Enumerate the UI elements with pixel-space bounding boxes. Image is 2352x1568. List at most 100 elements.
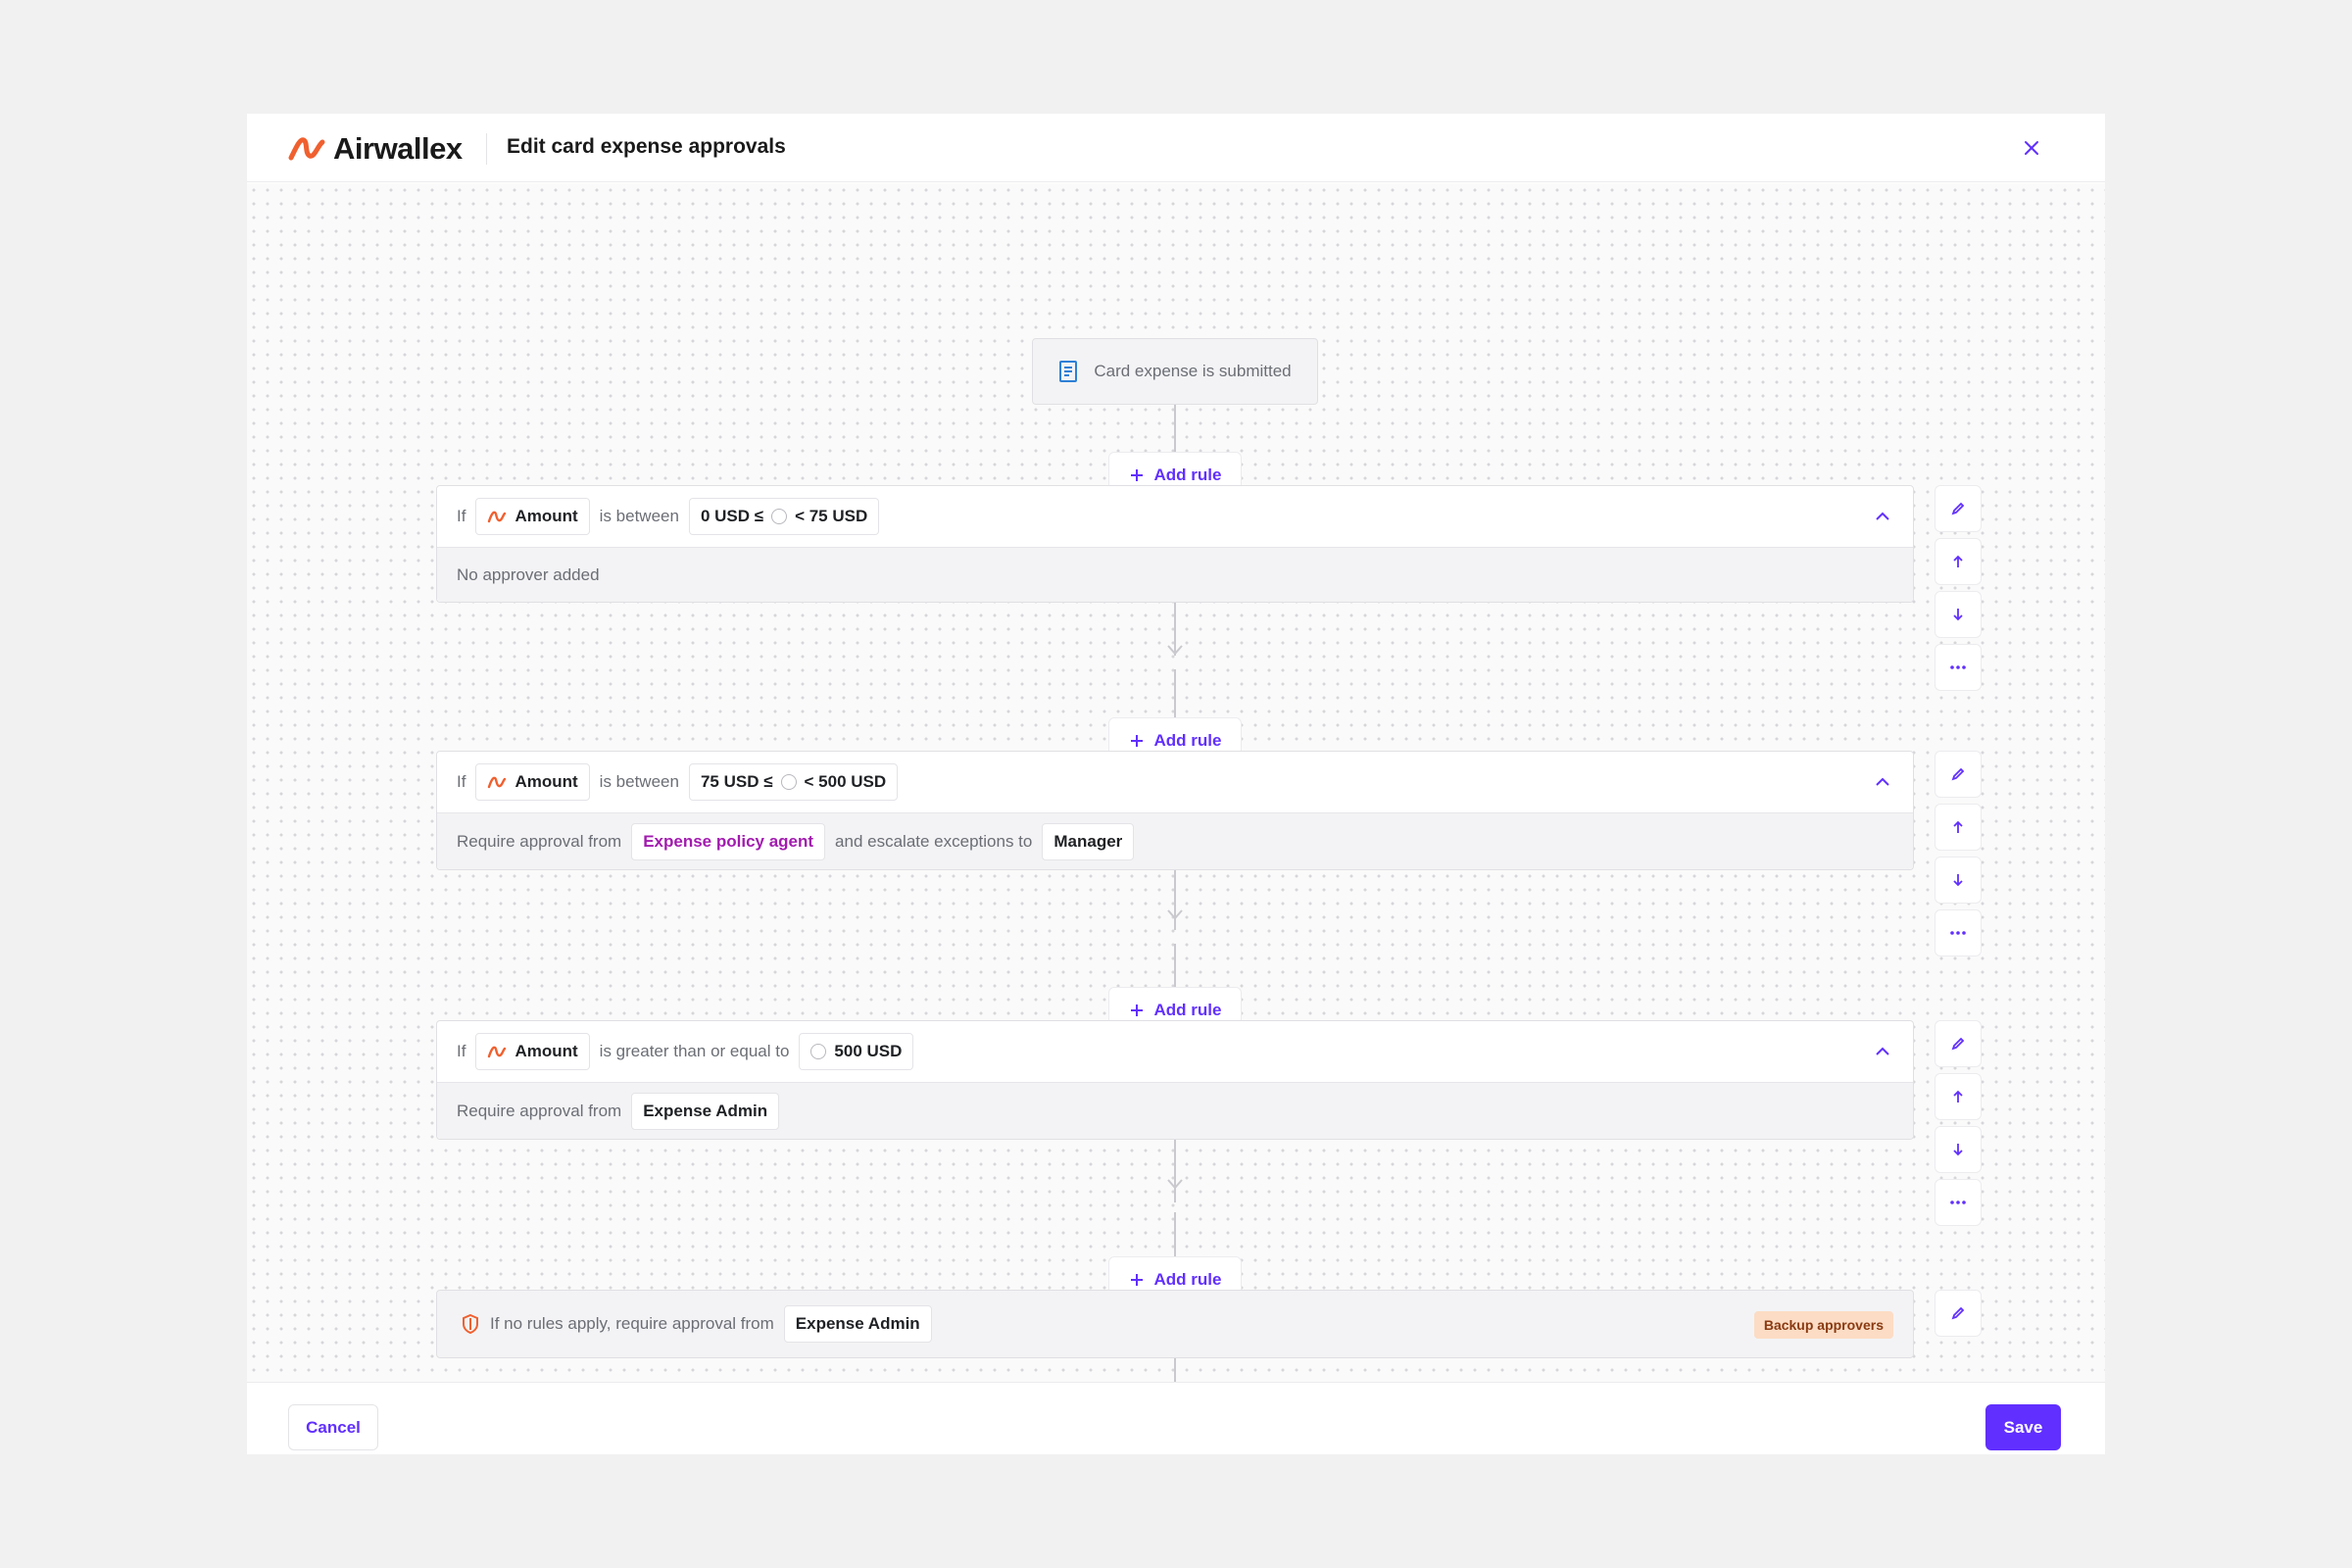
rule-condition: If Amount is between 0 USD ≤ < 75 USD [437,486,1913,547]
fallback-text: If no rules apply, require approval from [490,1314,774,1333]
field-label: Amount [514,1042,578,1060]
rule-result: Require approval from Expense Admin [437,1082,1913,1139]
save-button[interactable]: Save [1985,1404,2061,1450]
range-low: 75 USD ≤ [700,772,773,791]
move-down-button[interactable] [1935,1126,1982,1173]
range-high: < 500 USD [804,772,887,791]
close-icon [2025,141,2038,155]
field-label: Amount [514,507,578,525]
range-high: < 75 USD [795,507,868,525]
rule-card[interactable]: If Amount is between 0 USD ≤ < 75 USD No… [436,485,1914,603]
value-chip[interactable]: 500 USD [799,1033,914,1070]
add-rule-label: Add rule [1153,1270,1222,1289]
field-label: Amount [514,772,578,791]
rule-actions [1935,751,1982,962]
currency-icon [810,1044,827,1059]
more-options-button[interactable] [1935,909,1982,956]
operator-label: is greater than or equal to [599,1042,790,1060]
operator-label: is between [599,507,679,525]
airwallex-logo-icon [288,137,325,161]
arrow-up-icon [1953,1090,1963,1102]
rule-actions [1935,1020,1982,1232]
rule-condition: If Amount is between 75 USD ≤ < 500 USD [437,752,1913,812]
trigger-label: Card expense is submitted [1094,362,1292,380]
fallback-approver-chip[interactable]: Expense Admin [783,1305,932,1343]
fallback-actions [1935,1290,1982,1343]
if-label: If [457,507,466,525]
edit-rule-button[interactable] [1935,751,1982,798]
chevron-up-icon[interactable] [1874,773,1891,791]
edit-approvals-modal: Airwallex Edit card expense approvals Ca… [247,114,2105,1454]
more-horizontal-icon [1950,1200,1966,1204]
pencil-icon [1951,502,1965,515]
airwallex-amount-icon [488,511,507,523]
move-down-button[interactable] [1935,857,1982,904]
arrow-down-icon [1167,645,1183,656]
rule-card[interactable]: If Amount is between 75 USD ≤ < 500 USD … [436,751,1914,870]
rule-result: No approver added [437,547,1913,602]
value-label: 500 USD [834,1042,903,1060]
plus-icon [1130,469,1143,481]
edit-rule-button[interactable] [1935,485,1982,532]
result-prefix: Require approval from [457,1101,622,1120]
result-prefix: Require approval from [457,831,622,851]
if-label: If [457,1042,466,1060]
close-button[interactable] [2019,135,2044,161]
move-up-button[interactable] [1935,538,1982,585]
brand-name: Airwallex [333,131,463,166]
trigger-node: Card expense is submitted [1032,338,1318,405]
more-options-button[interactable] [1935,1179,1982,1226]
approver-chip[interactable]: Expense Admin [631,1092,780,1130]
add-rule-label: Add rule [1153,466,1222,484]
arrow-up-icon [1953,555,1963,567]
range-low: 0 USD ≤ [700,507,764,525]
more-horizontal-icon [1950,665,1966,669]
edit-rule-button[interactable] [1935,1020,1982,1067]
result-text: No approver added [457,564,600,584]
cancel-button[interactable]: Cancel [288,1404,378,1450]
operator-label: is between [599,772,679,791]
field-chip[interactable]: Amount [475,498,590,535]
pencil-icon [1951,767,1965,781]
move-up-button[interactable] [1935,1073,1982,1120]
range-chip[interactable]: 0 USD ≤ < 75 USD [688,498,880,535]
arrow-down-icon [1953,609,1963,621]
modal-header: Airwallex Edit card expense approvals [247,114,2105,182]
pencil-icon [1951,1037,1965,1051]
workflow-canvas: Card expense is submitted Add rule Add r… [247,183,2105,1454]
field-chip[interactable]: Amount [475,763,590,801]
move-down-button[interactable] [1935,591,1982,638]
escalate-chip[interactable]: Manager [1042,822,1135,860]
chevron-up-icon[interactable] [1874,508,1891,525]
range-chip[interactable]: 75 USD ≤ < 500 USD [688,763,899,801]
modal-footer: Cancel Save [247,1382,2105,1454]
rule-card[interactable]: If Amount is greater than or equal to 50… [436,1020,1914,1140]
chevron-up-icon[interactable] [1874,1043,1891,1060]
field-chip[interactable]: Amount [475,1033,590,1070]
airwallex-amount-icon [488,776,507,789]
airwallex-amount-icon [488,1046,507,1058]
backup-approvers-badge: Backup approvers [1753,1311,1893,1339]
header-divider [486,133,487,165]
edit-fallback-button[interactable] [1935,1290,1982,1337]
if-label: If [457,772,466,791]
arrow-down-icon [1167,1179,1183,1190]
plus-icon [1130,735,1143,747]
currency-icon [771,509,788,524]
shield-icon [463,1313,478,1335]
arrow-down-icon [1953,874,1963,887]
airwallex-logo: Airwallex [288,131,463,167]
plus-icon [1130,1274,1143,1286]
arrow-down-icon [1167,909,1183,920]
fallback-rule[interactable]: If no rules apply, require approval from… [436,1290,1914,1358]
pencil-icon [1951,1306,1965,1320]
currency-icon [780,774,797,790]
plus-icon [1130,1004,1143,1016]
more-horizontal-icon [1950,931,1966,935]
more-options-button[interactable] [1935,644,1982,691]
approver-chip[interactable]: Expense policy agent [631,822,826,860]
page-title: Edit card expense approvals [507,135,786,158]
escalate-text: and escalate exceptions to [835,831,1033,851]
move-up-button[interactable] [1935,804,1982,851]
rule-actions [1935,485,1982,697]
